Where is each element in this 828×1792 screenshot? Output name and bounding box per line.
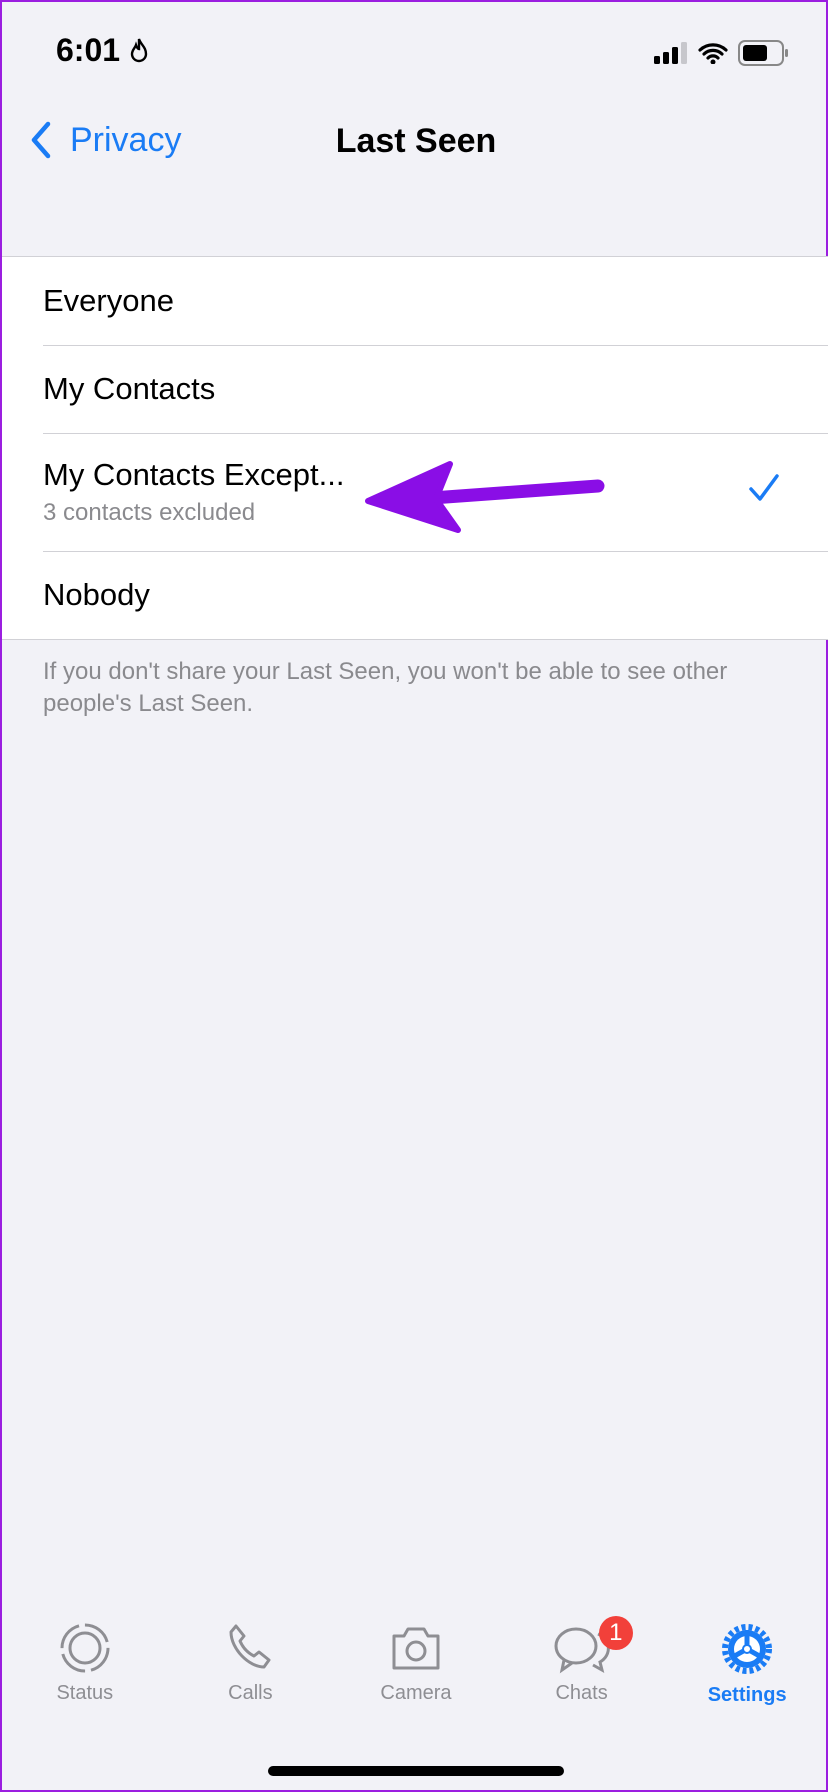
tab-bar: Status Calls Camera 1 Chats Settings: [2, 1616, 828, 1707]
phone-icon: [229, 1624, 271, 1669]
tab-settings[interactable]: Settings: [664, 1622, 828, 1707]
tab-status[interactable]: Status: [2, 1622, 168, 1707]
settings-gear-icon: [722, 1624, 773, 1674]
annotation-arrow-icon: [365, 461, 605, 533]
camera-icon: [392, 1627, 440, 1670]
home-indicator[interactable]: [268, 1766, 564, 1776]
status-icon: [60, 1623, 110, 1673]
unread-badge: 1: [598, 1616, 633, 1650]
tab-calls[interactable]: Calls: [168, 1622, 334, 1707]
tab-camera[interactable]: Camera: [333, 1622, 499, 1707]
tab-chats[interactable]: 1 Chats: [499, 1616, 665, 1707]
footer-note: If you don't share your Last Seen, you w…: [43, 658, 728, 717]
